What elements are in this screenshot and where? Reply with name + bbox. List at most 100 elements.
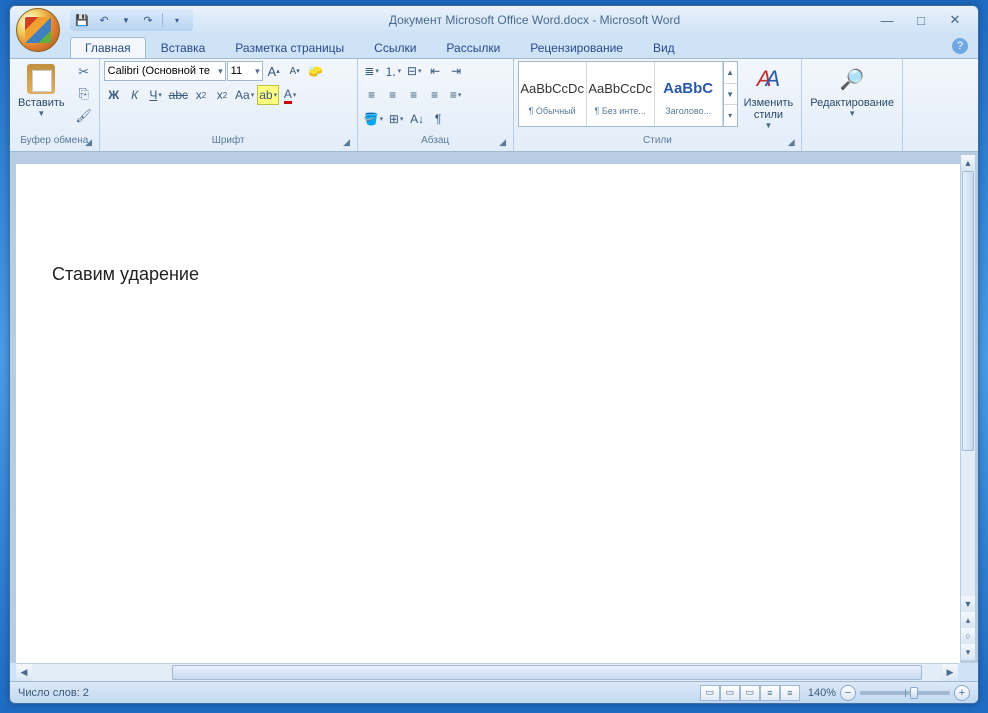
document-text: Ставим ударение — [52, 264, 199, 284]
subscript-button[interactable]: x2 — [191, 85, 211, 105]
view-buttons: ▭ ▭ ▭ ≡ ≡ — [700, 685, 800, 701]
increase-indent-button[interactable]: ⇥ — [446, 61, 466, 81]
change-styles-icon: AA — [752, 63, 784, 95]
align-center-button[interactable]: ≡ — [383, 85, 403, 105]
scroll-down-button[interactable]: ▼ — [961, 596, 975, 612]
sort-button[interactable]: A↓ — [407, 109, 427, 129]
zoom-controls: 140% − + — [808, 685, 970, 701]
window-controls: — □ ✕ — [876, 11, 974, 29]
qat-separator — [162, 13, 163, 27]
borders-button[interactable]: ⊞ — [386, 109, 406, 129]
horizontal-scrollbar[interactable]: ◀ ▶ — [16, 663, 958, 681]
office-button[interactable] — [16, 8, 60, 52]
style-heading1[interactable]: AaBbC Заголово... — [655, 62, 723, 126]
zoom-in-button[interactable]: + — [954, 685, 970, 701]
outline-view[interactable]: ≡ — [760, 685, 780, 701]
bold-button[interactable]: Ж — [104, 85, 124, 105]
style-expand[interactable]: ▾ — [724, 105, 737, 126]
scroll-up-button[interactable]: ▲ — [961, 155, 975, 171]
browse-object-button[interactable]: ○ — [961, 628, 975, 644]
hscroll-left-button[interactable]: ◀ — [16, 664, 32, 681]
quick-access-toolbar: 💾 ↶ ▼ ↷ ▾ — [70, 9, 193, 31]
shading-button[interactable]: 🪣 — [362, 109, 385, 129]
editing-button[interactable]: 🔎 Редактирование ▼ — [806, 61, 898, 120]
tab-mailings[interactable]: Рассылки — [431, 37, 515, 58]
styles-gallery: AaBbCcDc ¶ Обычный AaBbCcDc ¶ Без инте..… — [518, 61, 738, 127]
highlight-button[interactable]: ab — [257, 85, 279, 105]
fullscreen-reading-view[interactable]: ▭ — [720, 685, 740, 701]
format-painter-button[interactable]: 🖌 — [73, 105, 95, 127]
save-button[interactable]: 💾 — [72, 11, 92, 29]
next-page-button[interactable]: ▾ — [961, 644, 975, 660]
align-right-button[interactable]: ≡ — [404, 85, 424, 105]
prev-page-button[interactable]: ▴ — [961, 612, 975, 628]
zoom-out-button[interactable]: − — [840, 685, 856, 701]
style-scroll-up[interactable]: ▲ — [724, 62, 737, 84]
style-nospacing[interactable]: AaBbCcDc ¶ Без инте... — [587, 62, 655, 126]
tab-insert[interactable]: Вставка — [146, 37, 221, 58]
justify-button[interactable]: ≡ — [425, 85, 445, 105]
draft-view[interactable]: ≡ — [780, 685, 800, 701]
grow-font-button[interactable]: A▴ — [264, 61, 284, 81]
maximize-button[interactable]: □ — [910, 11, 932, 29]
font-dialog-launcher[interactable]: ◢ — [341, 137, 353, 149]
paste-button[interactable]: Вставить ▼ — [14, 61, 69, 120]
align-left-button[interactable]: ≡ — [362, 85, 382, 105]
hscroll-track[interactable] — [32, 664, 942, 681]
paragraph-dialog-launcher[interactable]: ◢ — [497, 137, 509, 149]
web-layout-view[interactable]: ▭ — [740, 685, 760, 701]
group-clipboard: Вставить ▼ ✂ ⎘ 🖌 Буфер обмена◢ — [10, 59, 100, 151]
tab-home[interactable]: Главная — [70, 37, 146, 58]
numbering-button[interactable]: ⒈ — [383, 61, 404, 81]
scroll-track[interactable] — [961, 171, 975, 596]
show-marks-button[interactable]: ¶ — [428, 109, 448, 129]
multilevel-list-button[interactable]: ⊟ — [404, 61, 424, 81]
zoom-slider[interactable] — [860, 691, 950, 695]
change-styles-button[interactable]: AA Изменить стили ▼ — [740, 61, 798, 132]
group-font: Calibri (Основной те 11 A▴ A▾ 🧽 Ж К Ч ab… — [100, 59, 358, 151]
minimize-button[interactable]: — — [876, 11, 898, 29]
titlebar: 💾 ↶ ▼ ↷ ▾ Документ Microsoft Office Word… — [10, 6, 978, 34]
undo-dropdown[interactable]: ▼ — [116, 11, 136, 29]
font-size-combo[interactable]: 11 — [227, 61, 263, 81]
clipboard-dialog-launcher[interactable]: ◢ — [83, 137, 95, 149]
zoom-level[interactable]: 140% — [808, 687, 836, 699]
copy-button[interactable]: ⎘ — [73, 83, 95, 105]
vertical-scrollbar[interactable]: ▲ ▼ ▴ ○ ▾ — [960, 154, 976, 661]
zoom-slider-thumb[interactable] — [910, 687, 918, 699]
tab-references[interactable]: Ссылки — [359, 37, 431, 58]
decrease-indent-button[interactable]: ⇤ — [425, 61, 445, 81]
undo-button[interactable]: ↶ — [94, 11, 114, 29]
word-count[interactable]: Число слов: 2 — [18, 687, 700, 699]
clipboard-icon — [27, 64, 55, 94]
style-scroll-down[interactable]: ▼ — [724, 84, 737, 106]
style-normal[interactable]: AaBbCcDc ¶ Обычный — [519, 62, 587, 126]
print-layout-view[interactable]: ▭ — [700, 685, 720, 701]
hscroll-right-button[interactable]: ▶ — [942, 664, 958, 681]
italic-button[interactable]: К — [125, 85, 145, 105]
tab-review[interactable]: Рецензирование — [515, 37, 638, 58]
tab-view[interactable]: Вид — [638, 37, 690, 58]
bullets-button[interactable]: ≣ — [362, 61, 382, 81]
document-area[interactable]: Ставим ударение — [16, 164, 960, 663]
underline-button[interactable]: Ч — [146, 85, 166, 105]
hscroll-thumb[interactable] — [172, 665, 922, 680]
tab-pagelayout[interactable]: Разметка страницы — [220, 37, 359, 58]
font-color-button[interactable]: A — [280, 85, 300, 105]
styles-dialog-launcher[interactable]: ◢ — [785, 137, 797, 149]
redo-button[interactable]: ↷ — [138, 11, 158, 29]
qat-customize-button[interactable]: ▾ — [167, 11, 187, 29]
shrink-font-button[interactable]: A▾ — [285, 61, 305, 81]
change-case-button[interactable]: Aa — [233, 85, 256, 105]
line-spacing-button[interactable]: ≡ — [446, 85, 466, 105]
help-button[interactable]: ? — [952, 38, 968, 54]
superscript-button[interactable]: x2 — [212, 85, 232, 105]
cut-button[interactable]: ✂ — [73, 61, 95, 83]
strikethrough-button[interactable]: abc — [167, 85, 190, 105]
font-name-combo[interactable]: Calibri (Основной те — [104, 61, 226, 81]
clear-formatting-button[interactable]: 🧽 — [306, 61, 326, 81]
close-button[interactable]: ✕ — [944, 11, 966, 29]
scroll-thumb[interactable] — [962, 171, 974, 451]
statusbar: Число слов: 2 ▭ ▭ ▭ ≡ ≡ 140% − + — [10, 681, 978, 703]
window-title: Документ Microsoft Office Word.docx - Mi… — [193, 13, 876, 27]
